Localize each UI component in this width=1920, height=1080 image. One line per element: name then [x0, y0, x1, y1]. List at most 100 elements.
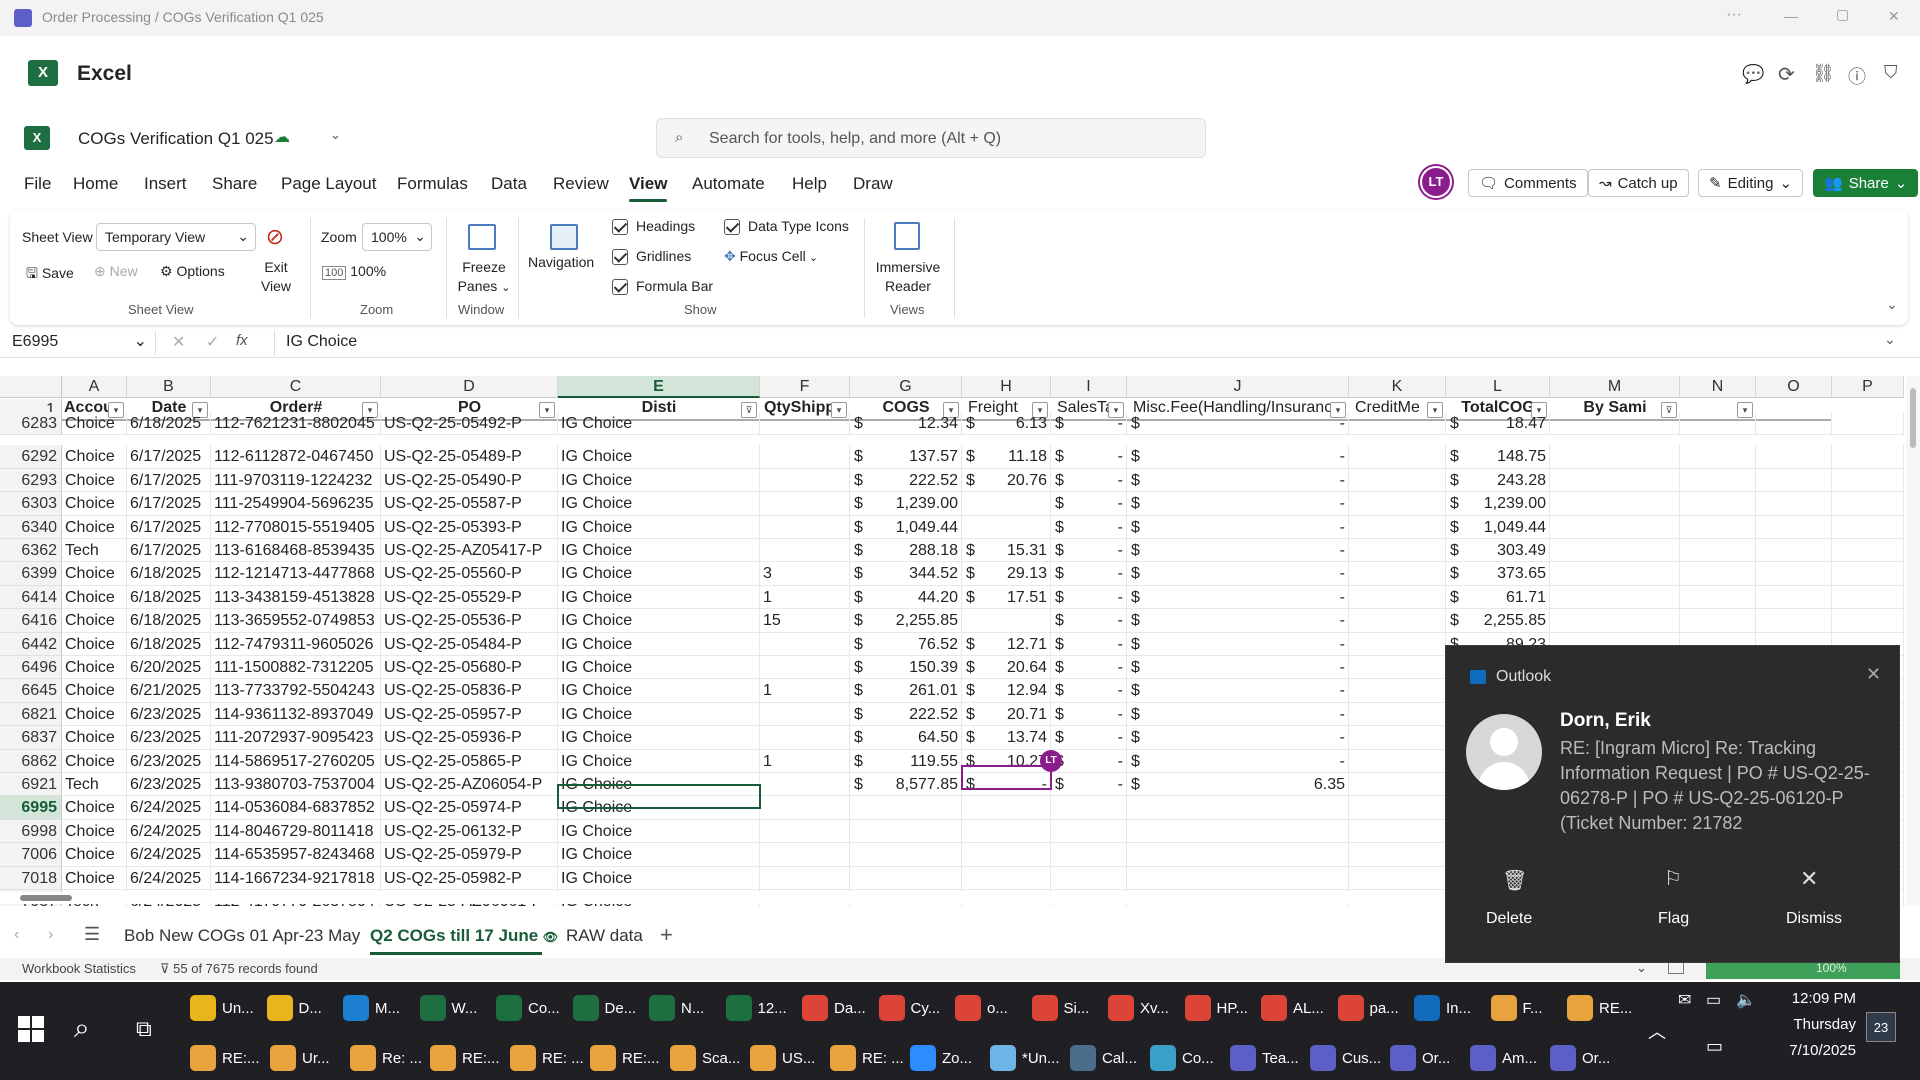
taskbar-app[interactable]: Un... [190, 986, 254, 1030]
tab-formulas[interactable]: Formulas [397, 174, 468, 194]
formula-bar-checkbox[interactable]: Formula Bar [612, 278, 713, 296]
cell-g[interactable]: $261.01 [850, 679, 962, 703]
cell-d[interactable]: US-Q2-25-05587-P [381, 492, 558, 516]
scroll-right-icon[interactable]: › [48, 926, 53, 944]
shield-icon[interactable]: ⛉ [1884, 62, 1898, 83]
cell-g[interactable]: $288.18 [850, 539, 962, 563]
cell-p[interactable] [1832, 515, 1904, 539]
close-button[interactable]: ✕ [1888, 8, 1900, 25]
row-header[interactable]: 6416 [0, 609, 62, 633]
cell-b[interactable]: 6/18/2025 [127, 412, 211, 436]
cell-k[interactable] [1349, 632, 1446, 656]
cell-j[interactable]: $ - [1127, 702, 1349, 727]
cell-i[interactable]: $- [1051, 539, 1127, 563]
cell-g[interactable]: $222.52 [850, 468, 962, 493]
cell-b[interactable]: 6/24/2025 [127, 866, 211, 890]
cell-a[interactable]: Choice [62, 515, 127, 539]
cell-k[interactable] [1349, 468, 1446, 493]
normal-view-icon[interactable] [1668, 962, 1684, 974]
cell-b[interactable]: 6/23/2025 [127, 726, 211, 750]
row-header[interactable]: 6292 [0, 445, 62, 469]
cell-j[interactable]: $ - [1127, 585, 1349, 610]
cell-b[interactable]: 6/24/2025 [127, 819, 211, 844]
cell-i[interactable]: $- [1051, 749, 1127, 773]
cell-n[interactable] [1680, 585, 1756, 610]
cell-b[interactable]: 6/17/2025 [127, 539, 211, 563]
cell-i[interactable]: $- [1051, 562, 1127, 586]
function-icon[interactable]: fx [236, 332, 248, 349]
cell-k[interactable] [1349, 796, 1446, 820]
cell-a[interactable]: Choice [62, 632, 127, 656]
cell-g[interactable] [850, 796, 962, 820]
column-header-b[interactable]: B [127, 376, 211, 398]
cell-h[interactable]: $12.94 [962, 679, 1051, 703]
volume-icon[interactable]: 🔈 [1736, 990, 1756, 1010]
cell-k[interactable] [1349, 539, 1446, 563]
cell-d[interactable]: US-Q2-25-05979-P [381, 843, 558, 867]
cell-h[interactable] [962, 492, 1051, 516]
flag-button[interactable]: Flag [1658, 910, 1689, 928]
cell-j[interactable]: $ - [1127, 492, 1349, 516]
cell-l[interactable]: $18.47 [1446, 412, 1550, 436]
cell-c[interactable]: 112-7621231-8802045 [211, 412, 381, 436]
tab-page-layout[interactable]: Page Layout [281, 174, 376, 194]
cell-g[interactable]: $76.52 [850, 632, 962, 656]
cell-b[interactable]: 6/17/2025 [127, 492, 211, 516]
cell-j[interactable]: $ - [1127, 656, 1349, 680]
save-view-button[interactable]: 🖫 Save [26, 263, 74, 287]
tab-home[interactable]: Home [73, 174, 118, 194]
cell-f[interactable] [760, 412, 850, 436]
cell-k[interactable] [1349, 562, 1446, 586]
tab-automate[interactable]: Automate [692, 174, 765, 194]
row-header[interactable]: 6303 [0, 492, 62, 516]
headings-checkbox[interactable]: Headings [612, 218, 695, 236]
cell-d[interactable]: US-Q2-25-06132-P [381, 819, 558, 844]
taskbar-app[interactable]: F... [1490, 986, 1543, 1030]
cell-p[interactable] [1832, 412, 1904, 436]
freeze-panes-button[interactable]: Freeze Panes ⌄ [456, 258, 512, 298]
cell-b[interactable]: 6/18/2025 [127, 632, 211, 656]
cell-c[interactable]: 113-3659552-0749853 [211, 609, 381, 633]
tab-insert[interactable]: Insert [144, 174, 187, 194]
cell-c[interactable]: 113-9380703-7537004 [211, 773, 381, 797]
cell-l[interactable]: $243.28 [1446, 468, 1550, 493]
outlook-notification[interactable]: Outlook ✕ Dorn, Erik RE: [Ingram Micro] … [1445, 645, 1900, 963]
cell-e[interactable]: IG Choice [558, 609, 760, 633]
column-header-g[interactable]: G [850, 376, 962, 398]
add-sheet-icon[interactable]: + [660, 922, 673, 948]
column-header-f[interactable]: F [760, 376, 850, 398]
cell-l[interactable]: $373.65 [1446, 562, 1550, 586]
cell-j[interactable]: $ - [1127, 468, 1349, 493]
cell-n[interactable] [1680, 445, 1756, 469]
cell-g[interactable]: $2,255.85 [850, 609, 962, 633]
cell-e[interactable]: IG Choice [558, 749, 760, 773]
close-notification-icon[interactable]: ✕ [1866, 664, 1881, 685]
taskbar-app[interactable]: Re: ... [350, 1036, 422, 1080]
cell-d[interactable]: US-Q2-25-05393-P [381, 515, 558, 539]
taskbar-app[interactable]: RE:... [190, 1036, 260, 1080]
cell-b[interactable]: 6/17/2025 [127, 445, 211, 469]
cell-j[interactable]: $ - [1127, 726, 1349, 750]
cell-k[interactable] [1349, 773, 1446, 797]
cell-g[interactable]: $64.50 [850, 726, 962, 750]
cell-e[interactable]: IG Choice [558, 585, 760, 610]
notification-center[interactable]: 23 [1866, 1012, 1896, 1042]
network-icon[interactable]: ▭ [1706, 1036, 1723, 1057]
cell-f[interactable] [760, 866, 850, 890]
mail-tray-icon[interactable]: ✉ [1678, 990, 1691, 1010]
cell-e[interactable]: IG Choice [558, 539, 760, 563]
cell-b[interactable]: 6/24/2025 [127, 796, 211, 820]
cell-j[interactable]: $ - [1127, 445, 1349, 469]
row-header[interactable]: 6283 [0, 412, 62, 436]
cell-c[interactable]: 113-3438159-4513828 [211, 585, 381, 610]
cell-a[interactable]: Choice [62, 562, 127, 586]
cell-a[interactable]: Choice [62, 609, 127, 633]
cell-p[interactable] [1832, 492, 1904, 516]
cell-n[interactable] [1680, 412, 1756, 436]
scrollbar-thumb[interactable] [20, 895, 72, 901]
cell-a[interactable]: Choice [62, 843, 127, 867]
column-header-d[interactable]: D [381, 376, 558, 398]
taskbar-app[interactable]: US... [750, 1036, 815, 1080]
cell-i[interactable] [1051, 819, 1127, 844]
cell-j[interactable]: $ - [1127, 539, 1349, 563]
